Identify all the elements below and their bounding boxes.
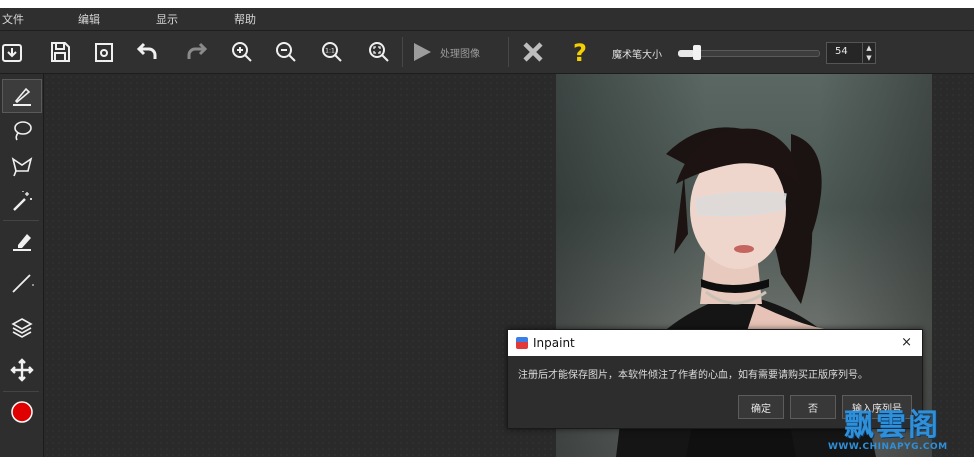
line-tool[interactable] <box>2 266 42 300</box>
cancel-button[interactable] <box>518 37 548 67</box>
dialog-message: 注册后才能保存图片，本软件倾注了作者的心血，如有需要请购买正版序列号。 <box>518 370 868 381</box>
zoom-actual-button[interactable]: 1:1 <box>317 37 347 67</box>
magic-wand-icon <box>13 191 32 211</box>
zoom-in-button[interactable] <box>227 37 257 67</box>
inpaint-window: 文件 编辑 显示 帮助 1:1 处理图像 ? 魔术笔大小 54 ▲ ▼ Inpa… <box>0 8 974 457</box>
main-toolbar: 1:1 处理图像 ? 魔术笔大小 54 ▲ ▼ <box>0 31 974 74</box>
help-button[interactable]: ? <box>565 37 595 67</box>
play-icon <box>414 43 431 61</box>
question-icon: ? <box>573 40 587 64</box>
redo-button[interactable] <box>181 37 211 67</box>
tool-separator <box>3 220 39 221</box>
lasso-tool[interactable] <box>2 114 42 148</box>
dialog-ok-button[interactable]: 确定 <box>738 395 784 419</box>
dialog-close-button[interactable]: × <box>901 335 912 350</box>
registration-dialog: Inpaint × 注册后才能保存图片，本软件倾注了作者的心血，如有需要请购买正… <box>507 329 923 429</box>
process-image-button[interactable]: 处理图像 <box>410 37 502 67</box>
menu-file[interactable]: 文件 <box>2 11 24 27</box>
eraser-icon <box>13 234 31 251</box>
zoom-fit-button[interactable] <box>364 37 394 67</box>
magic-wand-size-slider[interactable] <box>678 45 820 60</box>
save-icon <box>51 42 70 62</box>
undo-icon <box>136 42 157 59</box>
menu-help[interactable]: 帮助 <box>234 11 256 27</box>
magic-wand-tool[interactable] <box>2 184 42 218</box>
lasso-icon <box>14 121 32 141</box>
save-copy-icon <box>95 43 113 62</box>
marker-tool[interactable] <box>2 79 42 113</box>
dialog-enter-serial-button[interactable]: 输入序列号 <box>842 395 912 419</box>
redo-icon <box>187 42 208 59</box>
polygon-lasso-icon <box>11 157 33 177</box>
zoom-out-icon <box>276 42 296 62</box>
open-file-icon <box>2 44 22 62</box>
color-dot-icon <box>11 401 33 423</box>
open-file-button[interactable] <box>0 37 27 67</box>
save-button[interactable] <box>45 37 75 67</box>
slider-handle[interactable] <box>692 45 701 60</box>
zoom-fit-icon <box>369 42 389 62</box>
magic-wand-size-spinbox[interactable]: 54 ▲ ▼ <box>826 42 876 64</box>
menu-view[interactable]: 显示 <box>156 11 178 27</box>
menu-bar: 文件 编辑 显示 帮助 <box>0 8 974 31</box>
magic-wand-size-value: 54 <box>835 46 848 57</box>
menu-edit[interactable]: 编辑 <box>78 11 100 27</box>
zoom-out-button[interactable] <box>271 37 301 67</box>
marker-pen-icon <box>13 87 31 106</box>
tool-separator <box>3 391 39 392</box>
toolbar-separator <box>508 37 509 67</box>
layers-tool[interactable] <box>2 311 42 345</box>
x-icon <box>523 42 543 62</box>
dialog-titlebar: Inpaint × <box>508 330 922 356</box>
line-icon <box>12 274 34 293</box>
zoom-in-icon <box>232 42 252 62</box>
tool-panel <box>0 74 44 457</box>
move-arrows-icon <box>10 358 34 382</box>
dialog-title: Inpaint <box>533 336 575 350</box>
svg-text:1:1: 1:1 <box>325 48 335 55</box>
move-tool[interactable] <box>2 353 42 387</box>
zoom-1to1-icon: 1:1 <box>322 42 342 62</box>
magic-wand-size-label: 魔术笔大小 <box>612 50 662 61</box>
eraser-tool[interactable] <box>2 224 42 258</box>
undo-button[interactable] <box>133 37 163 67</box>
toolbar-separator <box>402 37 403 67</box>
save-copy-button[interactable] <box>89 37 119 67</box>
process-image-label: 处理图像 <box>440 48 480 60</box>
polygon-lasso-tool[interactable] <box>2 149 42 183</box>
svg-text:?: ? <box>573 40 587 64</box>
dialog-no-button[interactable]: 否 <box>790 395 836 419</box>
spinbox-arrows[interactable]: ▲ ▼ <box>862 43 875 63</box>
layers-icon <box>11 318 33 338</box>
color-picker[interactable] <box>2 395 42 429</box>
inpaint-app-icon <box>516 337 528 349</box>
